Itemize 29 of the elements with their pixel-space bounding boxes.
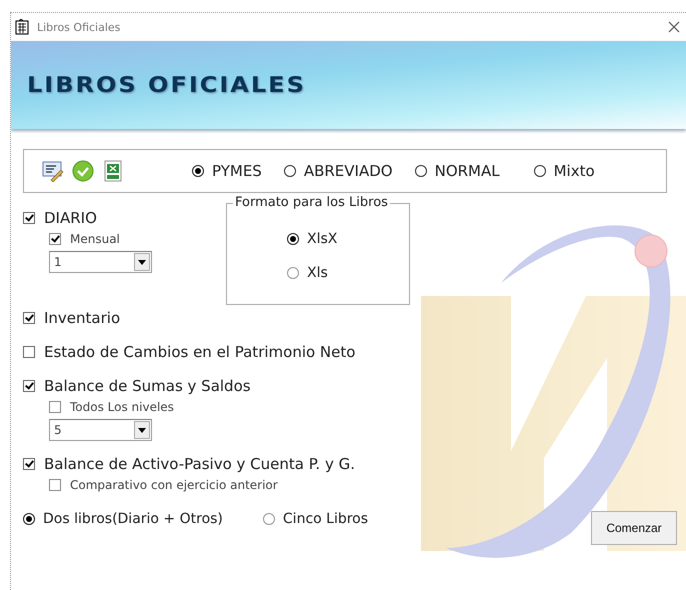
option-checkbox[interactable]: Comparativo con ejercicio anterior [49, 475, 278, 495]
close-icon[interactable] [668, 21, 680, 33]
text-edit-icon[interactable] [42, 160, 64, 182]
option-checkbox[interactable]: Mensual [49, 229, 120, 249]
book-checkbox[interactable]: DIARIO [23, 207, 97, 229]
dropdown-arrow-icon [138, 260, 146, 264]
format-radio[interactable]: Xls [287, 256, 409, 290]
window-title: Libros Oficiales [37, 20, 120, 34]
format-radio[interactable]: XlsX [287, 222, 409, 256]
dropdown-field[interactable]: 1 [49, 251, 152, 273]
output-mode-radio[interactable]: Dos libros(Diario + Otros) [23, 511, 223, 527]
start-button[interactable]: Comenzar [591, 511, 677, 545]
book-checkbox[interactable]: Balance de Sumas y Saldos [23, 375, 251, 397]
book-checkbox[interactable]: Estado de Cambios en el Patrimonio Neto [23, 341, 356, 363]
output-mode-radio[interactable]: Cinco Libros [262, 511, 368, 527]
banner-title: LIBROS OFICIALES [27, 72, 306, 98]
book-checkbox[interactable]: Balance de Activo-Pasivo y Cuenta P. y G. [23, 453, 356, 475]
report-type-radio[interactable]: NORMAL [414, 162, 500, 180]
spreadsheet-icon[interactable] [102, 160, 124, 182]
report-type-radio[interactable]: Mixto [534, 162, 595, 180]
book-checkbox[interactable]: Inventario [23, 307, 120, 329]
dropdown-field[interactable]: 5 [49, 419, 152, 441]
group-title: Formato para los Libros [233, 195, 390, 210]
report-type-radio[interactable]: ABREVIADO [284, 162, 393, 180]
dropdown-arrow-icon [138, 428, 146, 432]
check-icon[interactable] [72, 160, 94, 182]
option-checkbox[interactable]: Todos Los niveles [49, 397, 174, 417]
app-icon [15, 19, 29, 35]
report-type-radio[interactable]: PYMES [192, 162, 262, 180]
